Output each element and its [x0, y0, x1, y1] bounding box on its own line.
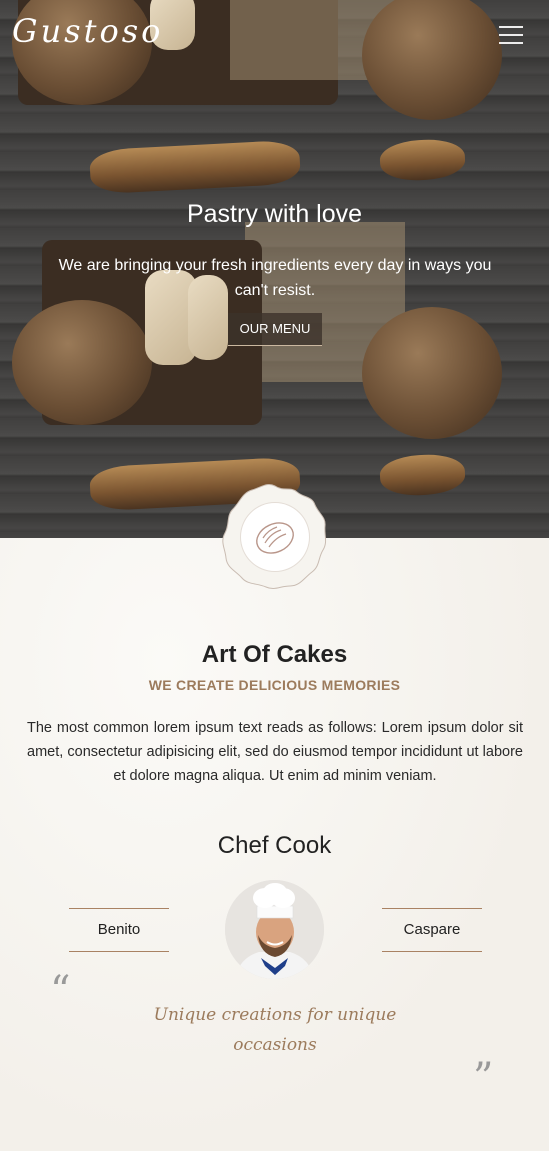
chef-portrait-image — [225, 880, 324, 979]
site-logo[interactable]: Gustoso — [12, 12, 163, 50]
hamburger-icon[interactable] — [499, 26, 523, 44]
quote-close-icon: ” — [473, 1055, 494, 1101]
about-body: The most common lorem ipsum text reads a… — [27, 720, 523, 784]
chef-section-title: Chef Cook — [217, 832, 332, 859]
baguette-pieces-image — [379, 452, 466, 498]
quote-open-icon: “ — [50, 968, 71, 1014]
bread-badge — [222, 484, 328, 590]
chef-avatar — [225, 880, 324, 979]
hero-subtitle: We are bringing your fresh ingredients e… — [58, 257, 492, 299]
about-tagline: WE CREATE DELICIOUS MEMORIES — [148, 677, 401, 693]
about-title: Art Of Cakes — [201, 641, 348, 668]
badge-inner-circle — [241, 503, 309, 571]
round-loaf-image — [362, 307, 502, 439]
chef-name-right[interactable]: Caspare — [382, 908, 482, 952]
hero-title: Pastry with love — [186, 200, 363, 228]
page: Gustoso Pastry with love We are bringing… — [0, 0, 549, 1151]
round-loaf-image — [362, 0, 502, 120]
bread-icon — [256, 522, 294, 554]
hero-section: Gustoso Pastry with love We are bringing… — [0, 0, 549, 538]
baguette-image — [88, 139, 302, 195]
bread-loaf-image — [12, 300, 152, 425]
quote-text: Unique creations for unique occasions — [153, 1005, 397, 1055]
our-menu-button[interactable]: OUR MENU — [228, 313, 322, 346]
baguette-pieces-image — [379, 137, 466, 183]
chef-name-left[interactable]: Benito — [69, 908, 169, 952]
